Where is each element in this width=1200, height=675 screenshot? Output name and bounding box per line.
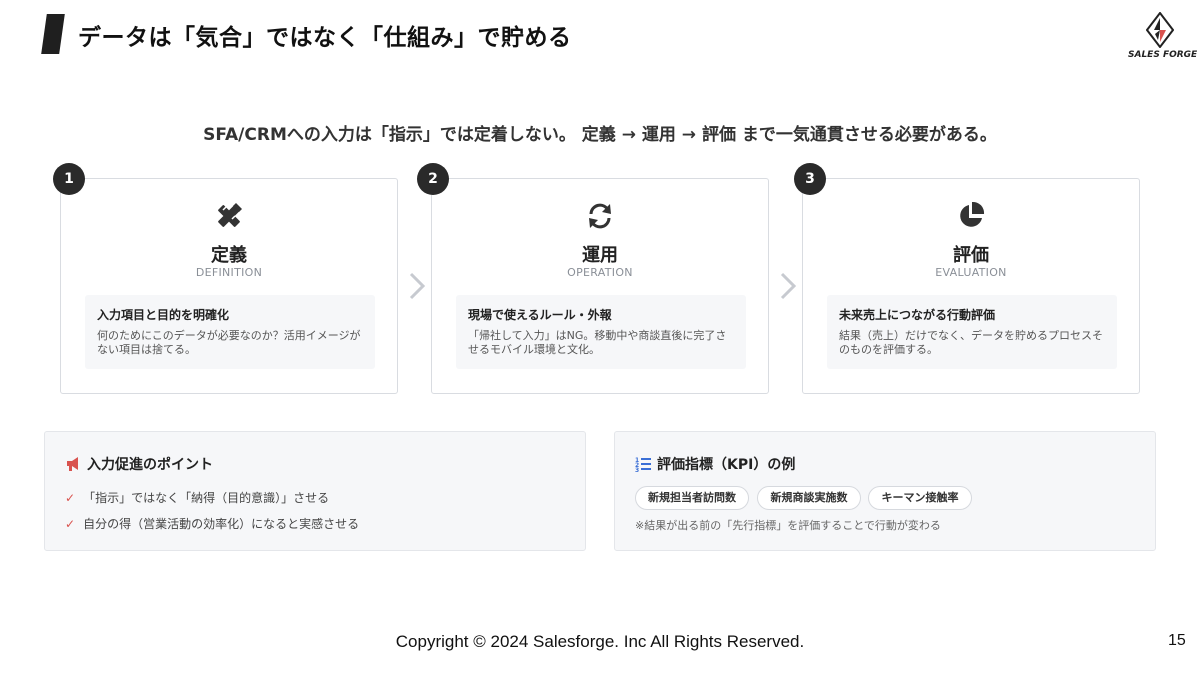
step-name: 定義 bbox=[211, 245, 247, 266]
logo-text: SALES FORGE bbox=[1128, 50, 1198, 60]
megaphone-icon bbox=[67, 457, 78, 471]
list-item: ✓ 自分の得（営業活動の効率化）になると実感させる bbox=[65, 517, 360, 531]
numbered-list-icon: 1 2 3 bbox=[635, 457, 651, 474]
kpi-pill: キーマン接触率 bbox=[868, 486, 972, 510]
step-detail-title: 現場で使えるルール・外報 bbox=[468, 308, 612, 322]
kpi-panel-title: 1 2 3 評価指標（KPI）の例 bbox=[635, 454, 795, 474]
step-detail-title: 入力項目と目的を明確化 bbox=[97, 308, 230, 322]
check-icon: ✓ bbox=[65, 517, 76, 531]
chevron-right-icon bbox=[780, 272, 797, 300]
subtitle: SFA/CRMへの入力は「指示」では定着しない。 定義 → 運用 → 評価 まで… bbox=[203, 125, 997, 145]
pie-chart-icon bbox=[803, 201, 1139, 235]
step-number-badge: 3 bbox=[794, 163, 826, 195]
chevron-right-icon bbox=[409, 272, 426, 300]
step-card-operation: 運用 OPERATION 現場で使えるルール・外報 「帰社して入力」はNG。移動… bbox=[431, 178, 769, 394]
page-title: データは「気合」ではなく「仕組み」で貯める bbox=[78, 25, 572, 51]
step-number-badge: 2 bbox=[417, 163, 449, 195]
step-detail-description: 「帰社して入力」はNG。移動中や商談直後に完了させるモバイル環境と文化。 bbox=[468, 329, 727, 356]
title-accent-bar bbox=[41, 14, 65, 54]
input-promotion-panel: 入力促進のポイント ✓ 「指示」ではなく「納得（目的意識）」させる ✓ 自分の得（営… bbox=[44, 431, 586, 551]
sync-icon bbox=[432, 201, 768, 235]
step-detail-title: 未来売上につながる行動評価 bbox=[839, 308, 996, 322]
step-name: 評価 bbox=[953, 245, 989, 266]
sales-forge-logo-icon bbox=[1146, 12, 1174, 48]
step-english-label: EVALUATION bbox=[935, 266, 1007, 279]
list-item: ✓ 「指示」ではなく「納得（目的意識）」させる bbox=[65, 491, 330, 505]
check-icon: ✓ bbox=[65, 491, 76, 505]
step-name: 運用 bbox=[582, 245, 618, 266]
step-number-badge: 1 bbox=[53, 163, 85, 195]
step-detail-box: 入力項目と目的を明確化 何のためにこのデータが必要なのか？活用イメージがない項目… bbox=[85, 295, 375, 369]
promo-title-text: 入力促進のポイント bbox=[87, 457, 213, 473]
pencil-ruler-icon bbox=[61, 201, 397, 235]
kpi-examples-panel: 1 2 3 評価指標（KPI）の例 新規担当者訪問数 新規商談実施数 キーマン接… bbox=[614, 431, 1156, 551]
step-detail-box: 未来売上につながる行動評価 結果（売上）だけでなく、データを貯めるプロセスそのも… bbox=[827, 295, 1117, 369]
kpi-note: ※結果が出る前の「先行指標」を評価することで行動が変わる bbox=[635, 519, 941, 532]
step-detail-description: 結果（売上）だけでなく、データを貯めるプロセスそのものを評価する。 bbox=[839, 329, 1103, 356]
svg-text:3: 3 bbox=[635, 467, 639, 472]
step-detail-box: 現場で使えるルール・外報 「帰社して入力」はNG。移動中や商談直後に完了させるモ… bbox=[456, 295, 746, 369]
page-number: 15 bbox=[1168, 632, 1186, 649]
step-card-evaluation: 評価 EVALUATION 未来売上につながる行動評価 結果（売上）だけでなく、… bbox=[802, 178, 1140, 394]
step-card-definition: 定義 DEFINITION 入力項目と目的を明確化 何のためにこのデータが必要な… bbox=[60, 178, 398, 394]
copyright-text: Copyright © 2024 Salesforge. Inc All Rig… bbox=[395, 632, 805, 651]
step-detail-description: 何のためにこのデータが必要なのか？活用イメージがない項目は捨てる。 bbox=[97, 329, 361, 356]
kpi-pill: 新規商談実施数 bbox=[757, 486, 861, 510]
kpi-title-text: 評価指標（KPI）の例 bbox=[657, 457, 796, 473]
kpi-pill: 新規担当者訪問数 bbox=[635, 486, 749, 510]
step-english-label: OPERATION bbox=[567, 266, 633, 279]
company-logo: SALES FORGE bbox=[1128, 12, 1198, 60]
promo-panel-title: 入力促進のポイント bbox=[65, 454, 213, 474]
step-english-label: DEFINITION bbox=[195, 266, 263, 279]
